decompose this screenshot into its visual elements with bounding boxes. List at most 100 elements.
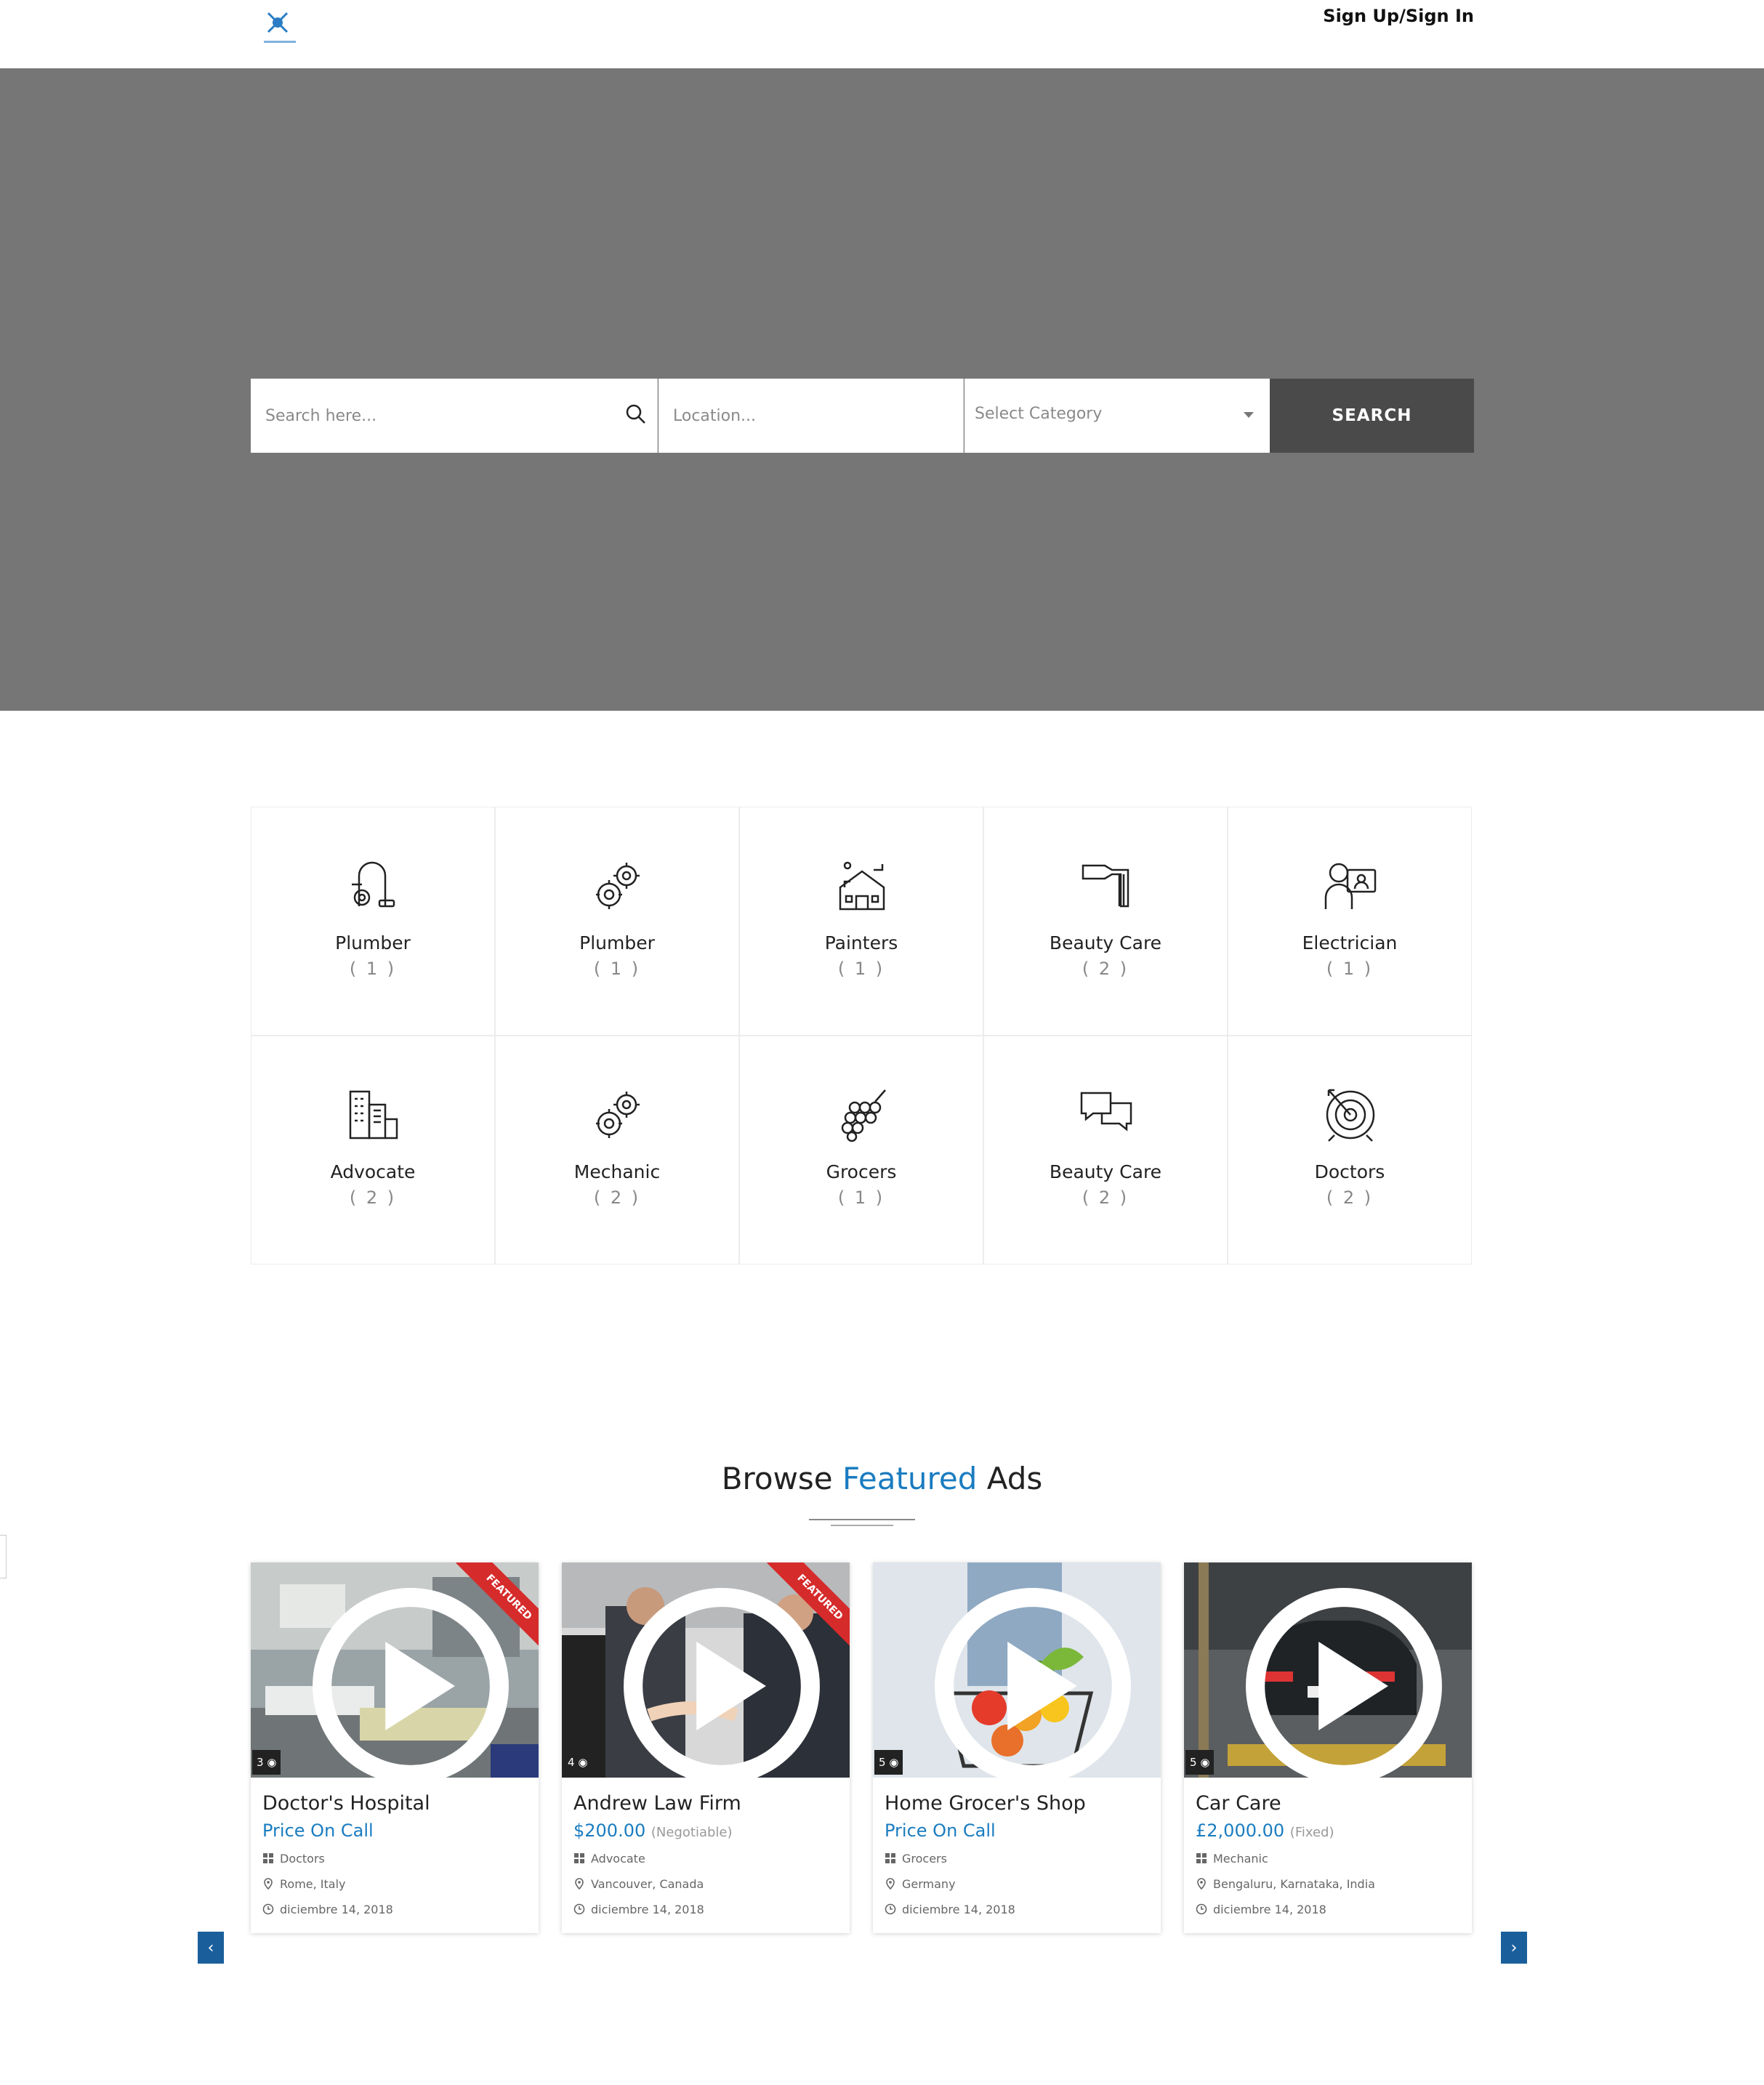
featured-heading: Browse Featured Ads xyxy=(0,1461,1764,1496)
play-icon[interactable] xyxy=(889,1578,1161,1778)
category-name: Doctors xyxy=(1314,1161,1385,1182)
camera-icon: ◉ xyxy=(267,1756,277,1769)
category-name: Beauty Care xyxy=(1049,1161,1162,1182)
ad-category-label: Grocers xyxy=(902,1852,947,1866)
category-count: ( 1 ) xyxy=(1326,959,1374,979)
search-button[interactable]: SEARCH xyxy=(1270,379,1474,453)
ad-location-label: Bengaluru, Karnataka, India xyxy=(1213,1877,1375,1891)
ad-card[interactable]: FEATURED 4 ◉ Andrew Law Firm $200.00 (Ne… xyxy=(562,1562,850,1933)
ad-date-label: diciembre 14, 2018 xyxy=(902,1903,1015,1916)
clock-icon xyxy=(262,1903,274,1915)
category-select-label: Select Category xyxy=(975,405,1103,423)
photo-count: 4 xyxy=(568,1756,575,1769)
location-input[interactable] xyxy=(659,379,963,453)
play-icon[interactable] xyxy=(1200,1578,1472,1778)
ad-image[interactable]: 5 ◉ xyxy=(1184,1562,1472,1778)
price-note: (Negotiable) xyxy=(651,1825,733,1840)
photo-count-badge: 5 ◉ xyxy=(1185,1750,1215,1775)
category-card[interactable]: Plumber ( 1 ) xyxy=(251,807,495,1036)
hero-banner: Select Category SEARCH xyxy=(0,68,1764,711)
heading-highlight: Featured xyxy=(842,1461,978,1496)
carousel-next-button[interactable]: › xyxy=(1501,1932,1527,1964)
ad-category[interactable]: Doctors xyxy=(262,1852,325,1866)
category-card[interactable]: Advocate ( 2 ) xyxy=(251,1036,495,1265)
category-card[interactable]: Mechanic ( 2 ) xyxy=(495,1036,739,1265)
ad-location: Germany xyxy=(885,1877,956,1891)
category-card[interactable]: Painters ( 1 ) xyxy=(739,807,983,1036)
ad-category-label: Advocate xyxy=(591,1852,645,1866)
price-value: £2,000.00 xyxy=(1196,1820,1285,1841)
grid-icon xyxy=(263,1853,273,1863)
ad-card[interactable]: 5 ◉ Car Care £2,000.00 (Fixed) Mechanic … xyxy=(1184,1562,1472,1933)
ad-image[interactable]: 5 ◉ xyxy=(873,1562,1161,1778)
play-icon[interactable] xyxy=(578,1578,850,1778)
ad-location: Bengaluru, Karnataka, India xyxy=(1196,1877,1375,1891)
category-count: ( 1 ) xyxy=(349,959,397,979)
site-logo[interactable] xyxy=(251,6,307,49)
ad-price: $200.00 (Negotiable) xyxy=(573,1820,733,1841)
search-bar: Select Category SEARCH xyxy=(251,379,1474,453)
ad-title[interactable]: Doctor's Hospital xyxy=(262,1792,430,1815)
house-icon xyxy=(839,861,885,911)
gears-icon xyxy=(596,1092,640,1138)
side-widget-tab[interactable] xyxy=(0,1535,7,1578)
carousel-prev-button[interactable]: ‹ xyxy=(198,1932,224,1964)
category-name: Plumber xyxy=(579,932,655,953)
ad-title[interactable]: Home Grocer's Shop xyxy=(885,1792,1086,1815)
map-pin-icon xyxy=(886,1878,895,1890)
keyword-field xyxy=(251,379,658,453)
category-count: ( 2 ) xyxy=(1326,1187,1374,1208)
photo-count-badge: 4 ◉ xyxy=(563,1750,592,1775)
price-value: Price On Call xyxy=(262,1820,374,1841)
chevron-down-icon xyxy=(1244,412,1254,418)
ad-date: diciembre 14, 2018 xyxy=(262,1903,393,1916)
map-pin-icon xyxy=(575,1878,584,1890)
target-icon xyxy=(1326,1089,1375,1142)
category-card[interactable]: Plumber ( 1 ) xyxy=(495,807,739,1036)
category-card[interactable]: Electrician ( 1 ) xyxy=(1228,807,1472,1036)
photo-count-badge: 5 ◉ xyxy=(874,1750,903,1775)
heading-divider xyxy=(831,1525,893,1526)
clock-icon xyxy=(885,1903,896,1915)
ad-image[interactable]: FEATURED 4 ◉ xyxy=(562,1562,850,1778)
category-count: ( 2 ) xyxy=(349,1187,397,1208)
search-input[interactable] xyxy=(251,379,657,453)
camera-icon: ◉ xyxy=(578,1756,588,1769)
category-grid: Plumber ( 1 ) Plumber ( 1 ) Painters ( 1… xyxy=(251,807,1474,1266)
ad-title[interactable]: Car Care xyxy=(1196,1792,1281,1815)
ad-card[interactable]: 5 ◉ Home Grocer's Shop Price On Call Gro… xyxy=(873,1562,1161,1933)
ad-category-label: Doctors xyxy=(280,1852,325,1866)
category-count: ( 1 ) xyxy=(837,1187,885,1208)
ad-date-label: diciembre 14, 2018 xyxy=(1213,1903,1326,1916)
map-pin-icon xyxy=(264,1878,273,1890)
ad-location-label: Rome, Italy xyxy=(280,1877,346,1891)
category-name: Plumber xyxy=(335,932,411,953)
category-card[interactable]: Doctors ( 2 ) xyxy=(1228,1036,1472,1265)
ad-image[interactable]: FEATURED 3 ◉ xyxy=(251,1562,539,1778)
category-name: Mechanic xyxy=(573,1161,661,1182)
price-note: (Fixed) xyxy=(1289,1825,1334,1840)
category-select[interactable]: Select Category xyxy=(964,379,1270,453)
ad-date-label: diciembre 14, 2018 xyxy=(591,1903,704,1916)
ad-category[interactable]: Advocate xyxy=(573,1852,645,1866)
site-header: Sign Up/Sign In xyxy=(0,0,1764,68)
category-name: Advocate xyxy=(330,1161,416,1182)
category-card[interactable]: Grocers ( 1 ) xyxy=(739,1036,983,1265)
category-count: ( 1 ) xyxy=(837,959,885,979)
camera-icon: ◉ xyxy=(1200,1756,1210,1769)
category-card[interactable]: Beauty Care ( 2 ) xyxy=(983,807,1228,1036)
search-icon[interactable] xyxy=(625,403,647,425)
signup-signin-link[interactable]: Sign Up/Sign In xyxy=(1323,6,1474,26)
play-icon[interactable] xyxy=(267,1578,539,1778)
user-screen-icon xyxy=(1324,863,1377,909)
category-card[interactable]: Beauty Care ( 2 ) xyxy=(983,1036,1228,1265)
price-value: $200.00 xyxy=(573,1820,646,1841)
ad-date-label: diciembre 14, 2018 xyxy=(280,1903,393,1916)
ad-category[interactable]: Grocers xyxy=(885,1852,947,1866)
ad-card[interactable]: FEATURED 3 ◉ Doctor's Hospital Price On … xyxy=(251,1562,539,1933)
heading-post: Ads xyxy=(977,1461,1043,1496)
ad-category[interactable]: Mechanic xyxy=(1196,1852,1268,1866)
ad-title[interactable]: Andrew Law Firm xyxy=(573,1792,741,1815)
category-count: ( 2 ) xyxy=(1082,1187,1129,1208)
grid-icon xyxy=(1196,1853,1207,1863)
